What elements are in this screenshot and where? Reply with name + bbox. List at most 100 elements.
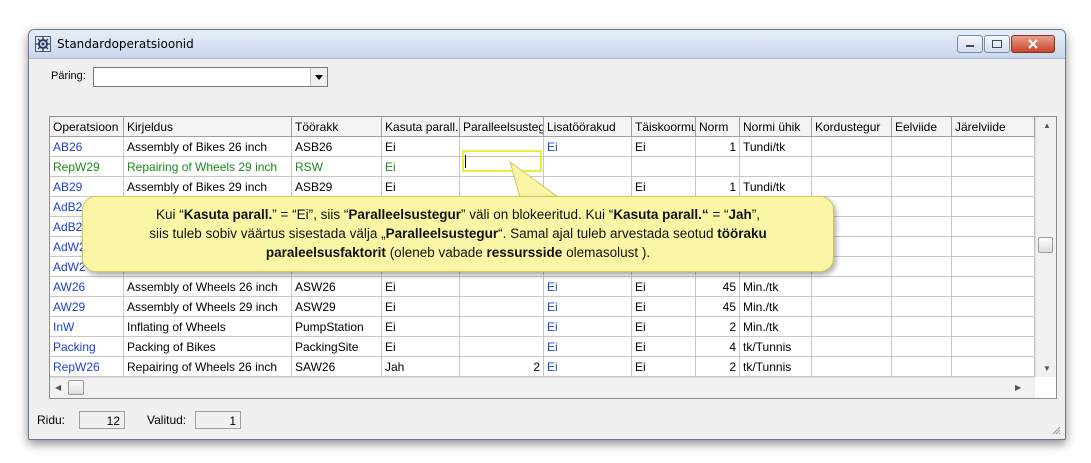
- table-cell[interactable]: Ei: [382, 297, 460, 317]
- table-cell[interactable]: AW26: [50, 277, 124, 297]
- table-cell[interactable]: [892, 257, 952, 277]
- column-header[interactable]: Operatsioon: [50, 117, 124, 137]
- table-cell[interactable]: [892, 357, 952, 377]
- table-cell[interactable]: Ei: [382, 317, 460, 337]
- vertical-scrollbar[interactable]: ▲ ▼: [1035, 117, 1056, 377]
- table-cell[interactable]: ASW29: [292, 297, 382, 317]
- table-cell[interactable]: [812, 277, 892, 297]
- table-cell[interactable]: Jah: [382, 357, 460, 377]
- table-cell[interactable]: Repairing of Wheels 26 inch: [124, 357, 292, 377]
- table-cell[interactable]: Ei: [382, 157, 460, 177]
- column-header[interactable]: Paralleelsusteg: [460, 117, 544, 137]
- table-cell[interactable]: Min./tk: [740, 277, 812, 297]
- table-cell[interactable]: SAW26: [292, 357, 382, 377]
- column-header[interactable]: Järelviide: [952, 117, 1035, 137]
- table-row[interactable]: AB26 Assembly of Bikes 26 inch ASB26 Ei Ei Ei…: [50, 137, 1035, 157]
- table-cell[interactable]: Assembly of Wheels 29 inch: [124, 297, 292, 317]
- table-cell[interactable]: RepW26: [50, 357, 124, 377]
- table-cell[interactable]: [812, 317, 892, 337]
- table-row[interactable]: AW29 Assembly of Wheels 29 inch ASW29 Ei Ei E…: [50, 297, 1035, 317]
- table-row[interactable]: AW26 Assembly of Wheels 26 inch ASW26 Ei Ei E…: [50, 277, 1035, 297]
- query-dropdown[interactable]: [93, 67, 328, 87]
- table-cell[interactable]: Assembly of Bikes 29 inch: [124, 177, 292, 197]
- table-cell[interactable]: [892, 157, 952, 177]
- chevron-down-icon[interactable]: [310, 68, 327, 86]
- table-cell[interactable]: [892, 217, 952, 237]
- table-cell[interactable]: [952, 197, 1035, 217]
- table-cell[interactable]: Packing of Bikes: [124, 337, 292, 357]
- resize-grip-icon[interactable]: [1051, 425, 1061, 435]
- table-cell[interactable]: Ei: [632, 277, 696, 297]
- table-cell[interactable]: [952, 177, 1035, 197]
- maximize-button[interactable]: [984, 35, 1010, 53]
- table-cell[interactable]: [460, 337, 544, 357]
- table-cell[interactable]: [952, 237, 1035, 257]
- table-cell[interactable]: [696, 157, 740, 177]
- table-cell[interactable]: [952, 337, 1035, 357]
- table-cell[interactable]: Ei: [544, 137, 632, 157]
- table-cell[interactable]: [812, 157, 892, 177]
- table-cell[interactable]: [952, 137, 1035, 157]
- table-cell[interactable]: ASB26: [292, 137, 382, 157]
- table-cell[interactable]: Ei: [382, 137, 460, 157]
- table-cell[interactable]: Min./tk: [740, 297, 812, 317]
- vertical-scroll-thumb[interactable]: [1038, 237, 1053, 253]
- table-cell[interactable]: RepW29: [50, 157, 124, 177]
- table-cell[interactable]: Ei: [632, 137, 696, 157]
- table-cell[interactable]: AW29: [50, 297, 124, 317]
- column-header[interactable]: Kirjeldus: [124, 117, 292, 137]
- table-cell[interactable]: Inflating of Wheels: [124, 317, 292, 337]
- table-cell[interactable]: 1: [696, 177, 740, 197]
- table-cell[interactable]: [812, 337, 892, 357]
- column-header[interactable]: Kasuta parall.: [382, 117, 460, 137]
- table-cell[interactable]: [952, 357, 1035, 377]
- table-cell[interactable]: [892, 317, 952, 337]
- table-row[interactable]: InW Inflating of Wheels PumpStation Ei Ei Ei 2…: [50, 317, 1035, 337]
- column-header[interactable]: Töörakk: [292, 117, 382, 137]
- scroll-left-icon[interactable]: ◀: [55, 383, 61, 392]
- table-cell[interactable]: PackingSite: [292, 337, 382, 357]
- table-cell[interactable]: 45: [696, 297, 740, 317]
- table-cell[interactable]: [952, 297, 1035, 317]
- column-header[interactable]: Täiskoormu: [632, 117, 696, 137]
- table-cell[interactable]: Ei: [632, 357, 696, 377]
- table-cell[interactable]: AB29: [50, 177, 124, 197]
- title-bar[interactable]: Standardoperatsioonid: [29, 30, 1065, 59]
- table-cell[interactable]: [812, 357, 892, 377]
- scroll-right-icon[interactable]: ▶: [1015, 383, 1021, 392]
- table-cell[interactable]: Ei: [382, 277, 460, 297]
- table-cell[interactable]: 2: [460, 357, 544, 377]
- table-cell[interactable]: [892, 277, 952, 297]
- table-cell[interactable]: [952, 257, 1035, 277]
- table-cell[interactable]: [632, 157, 696, 177]
- table-cell[interactable]: [952, 217, 1035, 237]
- table-cell[interactable]: [812, 137, 892, 157]
- minimize-button[interactable]: [957, 35, 983, 53]
- table-cell[interactable]: Ei: [544, 277, 632, 297]
- table-cell[interactable]: Ei: [632, 297, 696, 317]
- table-cell[interactable]: [952, 317, 1035, 337]
- table-cell[interactable]: [812, 297, 892, 317]
- column-header[interactable]: Kordustegur: [812, 117, 892, 137]
- table-cell[interactable]: [740, 157, 812, 177]
- table-cell[interactable]: 1: [696, 137, 740, 157]
- table-cell[interactable]: [892, 177, 952, 197]
- table-cell[interactable]: Tundi/tk: [740, 177, 812, 197]
- horizontal-scroll-thumb[interactable]: [68, 380, 84, 395]
- table-cell[interactable]: RSW: [292, 157, 382, 177]
- table-cell[interactable]: 2: [696, 357, 740, 377]
- table-cell[interactable]: ASB29: [292, 177, 382, 197]
- table-cell[interactable]: tk/Tunnis: [740, 337, 812, 357]
- table-cell[interactable]: Repairing of Wheels 29 inch: [124, 157, 292, 177]
- table-cell[interactable]: 45: [696, 277, 740, 297]
- table-cell[interactable]: [952, 157, 1035, 177]
- table-cell[interactable]: Ei: [382, 177, 460, 197]
- table-cell[interactable]: Ei: [544, 297, 632, 317]
- table-cell[interactable]: 2: [696, 317, 740, 337]
- close-button[interactable]: [1011, 35, 1055, 53]
- table-cell[interactable]: [892, 197, 952, 217]
- table-cell[interactable]: Ei: [632, 177, 696, 197]
- table-cell[interactable]: [892, 137, 952, 157]
- table-cell[interactable]: Ei: [632, 337, 696, 357]
- table-cell[interactable]: 4: [696, 337, 740, 357]
